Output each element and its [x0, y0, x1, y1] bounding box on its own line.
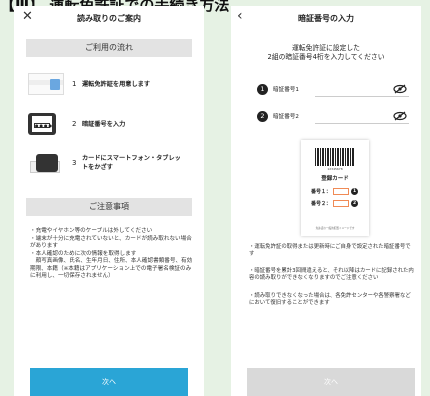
- pin-box: [333, 188, 350, 195]
- next-button[interactable]: 次へ: [247, 368, 415, 396]
- eye-slash-icon[interactable]: [393, 84, 407, 94]
- card-title: 登録カード: [321, 176, 349, 182]
- pin-number-badge: 1: [351, 188, 359, 195]
- page-title: 読み取りのご案内: [77, 14, 141, 23]
- pin-row-2: 2 暗証番号2: [257, 108, 409, 124]
- note-item: ・暗証番号を累計3回間違えると、それ以降はカードに記録された内容の読み取りができ…: [249, 268, 414, 282]
- note-item: ・読み取りできなくなった場合は、各免許センターや各警察署などにおいて復旧すること…: [249, 293, 411, 307]
- notice-item: 顔写真画像、氏名、生年月日、住所、本人確認書類番号、有効期限、本籍（※本籍はアプ…: [30, 258, 193, 279]
- notice-item: ・充電やイヤホン等のケーブルは外してください: [30, 228, 153, 234]
- pin-number-badge: 2: [257, 110, 268, 122]
- instruction-text: 運転免許証に設定した 2組の暗証番号4桁を入力してください: [231, 44, 421, 62]
- step-number: 3: [72, 159, 77, 167]
- card-pin-line-1: 番号１： 1: [311, 188, 359, 195]
- pin-entry-screen: ‹ 暗証番号の入力 運転免許証に設定した 2組の暗証番号4桁を入力してください …: [231, 6, 421, 396]
- page-title: 暗証番号の入力: [298, 14, 354, 23]
- notice-item: ・本人確認のために次の情報を取得します: [30, 250, 137, 257]
- flow-header: ご利用の流れ: [26, 39, 192, 57]
- pin-label: 暗証番号1: [273, 87, 299, 93]
- pin-box: [333, 200, 350, 207]
- notice-header: ご注意事項: [26, 198, 192, 216]
- step-text: カードにスマートフォン・タブレットをかざす: [82, 155, 181, 171]
- step-item-1: 1 運転免許証を用意します: [28, 72, 198, 96]
- pin-label: 暗証番号2: [273, 114, 299, 120]
- pin-row-1: 1 暗証番号1: [257, 81, 409, 97]
- step-number: 2: [72, 120, 77, 128]
- card-pin-label: 番号２：: [311, 201, 332, 207]
- barcode-number: 12345678: [327, 167, 343, 171]
- step-text: 運転免許証を用意します: [82, 80, 151, 88]
- card-illustration: 12345678 登録カード 番号１： 1 番号２： 2 免許証の一般的配置イメ…: [301, 140, 369, 236]
- notice-item: ・端末が十分に充電されていないと、カードが読み取れない場合があります: [30, 235, 192, 250]
- step-text: 暗証番号を入力: [82, 120, 126, 128]
- license-card-icon: [28, 73, 64, 95]
- nav-bar: ✕ 読み取りのご案内: [14, 6, 204, 32]
- notice-list: ・充電やイヤホン等のケーブルは外してください ・端末が十分に充電されていないと、…: [30, 228, 194, 281]
- step-item-3: 3 カードにスマートフォン・タブレットをかざす: [28, 151, 198, 175]
- barcode-icon: [315, 148, 355, 166]
- reading-guide-screen: ✕ 読み取りのご案内 ご利用の流れ 1 運転免許証を用意します ●●●● 2 暗…: [14, 6, 204, 396]
- nav-bar: ‹ 暗証番号の入力: [231, 6, 421, 32]
- phone-tap-card-icon: [28, 152, 64, 174]
- card-footnote: 免許証の一般的配置イメージです: [315, 227, 355, 230]
- instruction-line: 運転免許証に設定した: [292, 44, 360, 52]
- note-item: ・運転免許証の取得または更新時にご自身で設定された暗証番号です: [249, 244, 411, 258]
- instruction-line: 2組の暗証番号4桁を入力してください: [267, 53, 385, 61]
- eye-slash-icon[interactable]: [393, 111, 407, 121]
- phone-pin-icon: ●●●●: [28, 113, 56, 135]
- step-item-2: ●●●● 2 暗証番号を入力: [28, 112, 198, 136]
- pin-number-badge: 2: [351, 200, 359, 207]
- card-pin-line-2: 番号２： 2: [311, 200, 359, 207]
- card-pin-label: 番号１：: [311, 189, 332, 195]
- step-number: 1: [72, 80, 77, 88]
- next-button[interactable]: 次へ: [30, 368, 188, 396]
- pin-number-badge: 1: [257, 83, 268, 95]
